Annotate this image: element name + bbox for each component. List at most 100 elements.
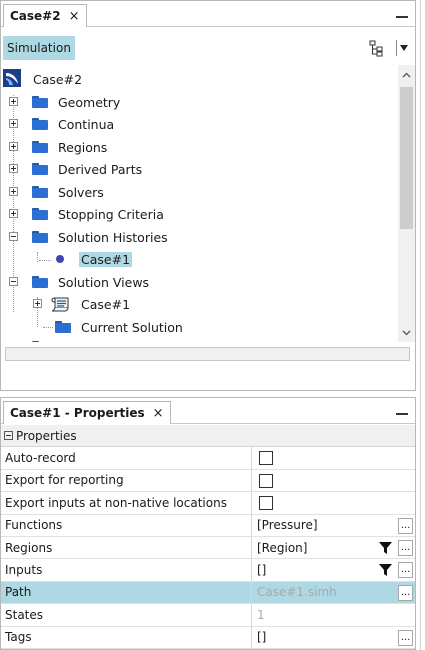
tree-item-continua[interactable]: Continua (1, 114, 301, 134)
tree-root-label: Case#2 (33, 71, 83, 87)
folder-icon (32, 141, 48, 153)
prop-name: States (5, 607, 44, 622)
inputs-edit-button[interactable]: ... (398, 562, 413, 579)
expand-icon[interactable] (9, 164, 18, 173)
prop-value: 1 (257, 607, 265, 622)
tree-item-solution-views[interactable]: Solution Views (1, 272, 301, 292)
tree-item-derived-parts[interactable]: Derived Parts (1, 159, 301, 179)
prop-row-export-inputs[interactable]: Export inputs at non-native locations (1, 492, 415, 515)
tree-item-history-case1[interactable]: Case#1 (1, 249, 301, 269)
prop-row-functions[interactable]: Functions [Pressure] ... (1, 514, 415, 537)
prop-name: Auto-record (5, 451, 76, 466)
prop-name: Tags (5, 630, 32, 645)
regions-edit-button[interactable]: ... (398, 539, 413, 556)
tree-item-solvers[interactable]: Solvers (1, 182, 301, 202)
scroll-up-icon[interactable] (402, 71, 411, 80)
prop-name: Path (5, 585, 32, 600)
tags-edit-button[interactable]: ... (398, 629, 413, 646)
minimize-icon[interactable] (395, 403, 409, 417)
scroll-down-icon[interactable] (402, 328, 411, 337)
prop-row-export-for-reporting[interactable]: Export for reporting (1, 469, 415, 493)
group-label: Properties (16, 428, 77, 443)
tree-horizontal-scrollbar[interactable] (5, 347, 410, 361)
tab-case2[interactable]: Case#2 × (3, 4, 87, 27)
prop-value: Case#1.simh (257, 585, 337, 600)
tree-item-regions[interactable]: Regions (1, 137, 301, 157)
simulation-panel: Case#2 × Simulation Case#2 Geometry Cont… (0, 0, 416, 391)
tree-structure-icon[interactable] (367, 39, 385, 57)
scene-icon (51, 297, 69, 312)
tree-item-label: Regions (58, 139, 108, 155)
minimize-icon[interactable] (395, 6, 409, 20)
tree-item-stopping-criteria[interactable]: Stopping Criteria (1, 204, 301, 224)
tree-item-view-case1[interactable]: Case#1 (1, 294, 301, 314)
tree-root-case2[interactable]: Case#2 (3, 69, 82, 89)
tree-item-geometry[interactable]: Geometry (1, 92, 301, 112)
close-icon[interactable]: × (69, 9, 80, 24)
prop-name: Regions (5, 540, 53, 555)
prop-value: [Pressure] (257, 518, 318, 533)
tree-item-current-solution[interactable]: Current Solution (1, 317, 301, 337)
scrollbar-thumb[interactable] (400, 87, 413, 229)
folder-icon (32, 208, 48, 220)
tree-item-label: Case#1 (81, 296, 131, 312)
expand-icon[interactable] (9, 209, 18, 218)
export-inputs-checkbox[interactable] (259, 496, 273, 511)
tree-item-label: Stopping Criteria (58, 206, 164, 222)
dropdown-arrow-icon[interactable] (396, 40, 410, 56)
properties-panel: Case#1 - Properties × Properties Auto-re… (0, 397, 416, 650)
close-icon[interactable]: × (153, 406, 164, 421)
top-tab-bar: Case#2 × (1, 1, 415, 27)
export-for-reporting-checkbox[interactable] (259, 473, 273, 488)
tree-item-label: Solution Views (58, 274, 150, 290)
folder-icon (32, 276, 48, 288)
folder-icon (32, 231, 48, 243)
auto-record-checkbox[interactable] (259, 451, 273, 466)
tree-item-label: Continua (58, 116, 115, 132)
tab-case2-label: Case#2 (10, 9, 61, 23)
collapse-icon[interactable] (9, 232, 18, 241)
properties-table: Properties Auto-record Export for report… (1, 425, 415, 649)
functions-edit-button[interactable]: ... (398, 517, 413, 534)
folder-icon (32, 186, 48, 198)
simulation-tree: Case#2 Geometry Continua Regions Derived… (1, 65, 398, 342)
prop-value: [] (257, 563, 267, 578)
prop-row-tags[interactable]: Tags [] ... (1, 626, 415, 649)
prop-name: Export inputs at non-native locations (5, 495, 227, 510)
tree-vertical-scrollbar[interactable] (398, 65, 415, 342)
path-edit-button[interactable]: ... (398, 584, 413, 601)
folder-icon (32, 341, 48, 342)
tree-item-label: Current Solution (81, 319, 183, 335)
folder-icon (55, 321, 71, 333)
prop-name: Export for reporting (5, 473, 124, 488)
prop-row-regions[interactable]: Regions [Region] ... (1, 536, 415, 560)
tab-case1-properties[interactable]: Case#1 - Properties × (3, 401, 171, 424)
prop-row-states[interactable]: States 1 (1, 604, 415, 627)
folder-icon (32, 118, 48, 130)
tree-item-label: Solvers (58, 184, 104, 200)
properties-group-header[interactable]: Properties (1, 425, 415, 448)
expand-icon[interactable] (33, 299, 42, 308)
prop-value: [Region] (257, 540, 308, 555)
collapse-icon[interactable] (4, 431, 13, 440)
collapse-icon[interactable] (9, 277, 18, 286)
simulation-button[interactable]: Simulation (3, 36, 75, 60)
expand-icon[interactable] (9, 119, 18, 128)
folder-icon (32, 163, 48, 175)
filter-icon[interactable] (378, 540, 393, 556)
tree-item-solution-histories[interactable]: Solution Histories (1, 227, 301, 247)
filter-icon[interactable] (378, 562, 393, 578)
tab-properties-label: Case#1 - Properties (10, 406, 145, 420)
prop-row-path[interactable]: Path Case#1.simh ... (1, 581, 415, 605)
history-dot-icon (56, 255, 64, 263)
prop-row-auto-record[interactable]: Auto-record (1, 447, 415, 470)
tree-item-label: Solution Histories (58, 229, 168, 245)
simulation-button-label: Simulation (7, 41, 71, 55)
tree-item-label: Derived Parts (58, 161, 143, 177)
expand-icon[interactable] (9, 97, 18, 106)
folder-icon (32, 96, 48, 108)
prop-row-inputs[interactable]: Inputs [] ... (1, 559, 415, 582)
expand-icon[interactable] (9, 187, 18, 196)
expand-icon[interactable] (9, 142, 18, 151)
tree-item-label: Geometry (58, 94, 121, 110)
